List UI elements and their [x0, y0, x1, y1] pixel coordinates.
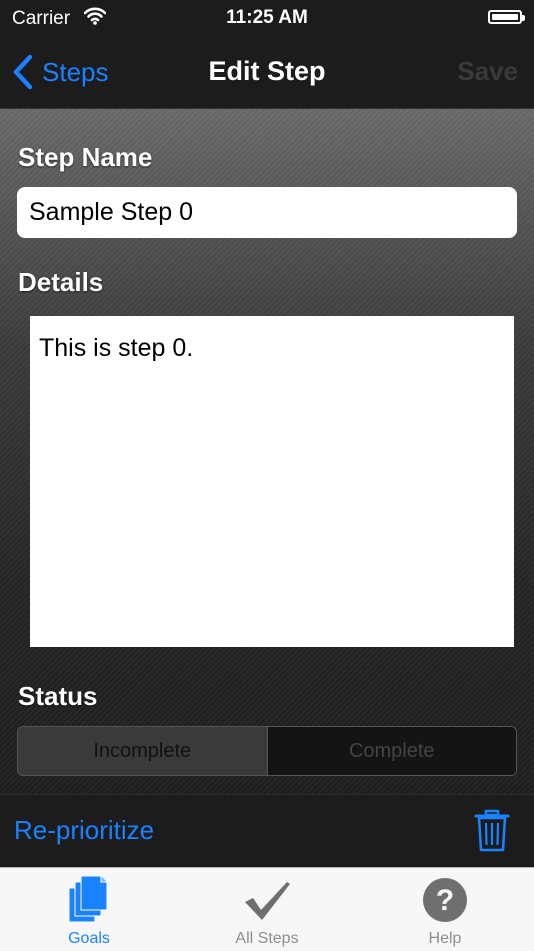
back-button-label: Steps: [42, 56, 109, 87]
tab-goals[interactable]: Goals: [0, 868, 178, 951]
battery-icon: [488, 10, 525, 24]
tab-all-steps[interactable]: All Steps: [178, 868, 356, 951]
details-textarea[interactable]: This is step 0.: [30, 316, 514, 647]
documents-icon: [68, 876, 108, 923]
tab-all-steps-label: All Steps: [235, 930, 299, 947]
edit-step-form: Step Name Sample Step 0 Details This is …: [0, 109, 534, 794]
clock: 11:25 AM: [226, 7, 308, 28]
reprioritize-button[interactable]: Re-prioritize: [14, 815, 154, 846]
tab-help-label: Help: [428, 930, 462, 947]
step-name-label: Step Name: [18, 142, 153, 172]
svg-text:?: ?: [436, 884, 454, 917]
tab-help[interactable]: ? Help: [356, 868, 534, 951]
status-option-complete[interactable]: Complete: [266, 727, 516, 775]
bottom-toolbar: Re-prioritize: [0, 794, 534, 868]
save-button[interactable]: Save: [457, 56, 518, 87]
tab-goals-label: Goals: [68, 930, 110, 947]
status-option-incomplete[interactable]: Incomplete: [18, 727, 267, 775]
navigation-bar: Steps Edit Step Save: [0, 40, 534, 109]
back-button[interactable]: Steps: [12, 54, 109, 90]
details-label: Details: [18, 267, 104, 297]
status-label: Status: [18, 681, 98, 711]
status-bar: Carrier 11:25 AM: [0, 0, 534, 40]
status-segmented-control: Incomplete Complete: [17, 726, 517, 776]
trash-icon[interactable]: [474, 809, 510, 853]
chevron-left-icon: [13, 54, 33, 90]
question-icon: ?: [423, 878, 467, 922]
step-name-input[interactable]: Sample Step 0: [17, 187, 517, 238]
tab-bar: Goals All Steps ? Help: [0, 867, 534, 951]
checkmark-icon: [245, 882, 290, 920]
